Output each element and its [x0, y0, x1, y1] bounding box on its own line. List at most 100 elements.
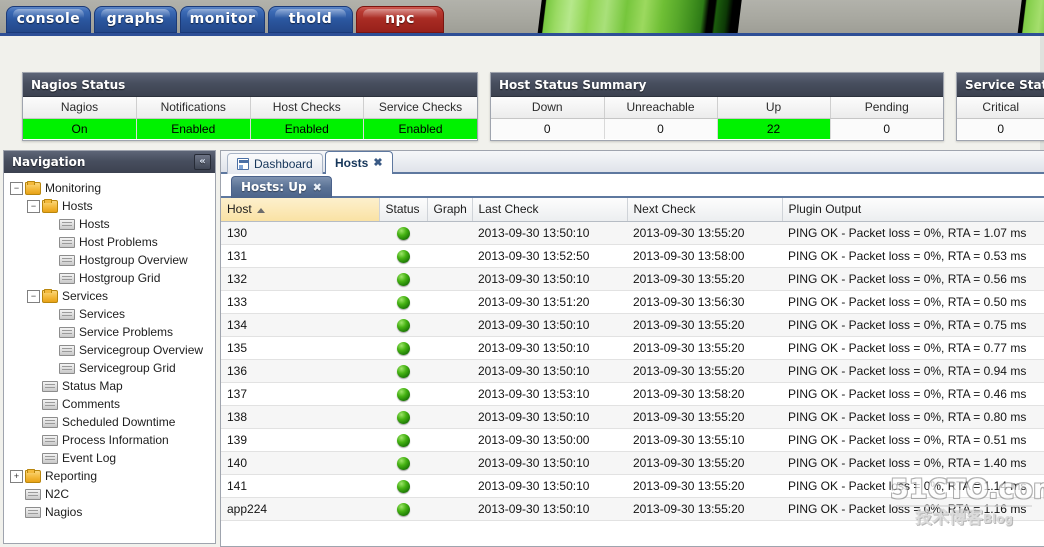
sidebar-item-services[interactable]: − Services: [4, 287, 215, 305]
sidebar-item-comments[interactable]: Comments: [4, 395, 215, 413]
cell-host: 136: [221, 359, 379, 383]
page-icon: [59, 308, 75, 320]
col-pending[interactable]: Pending: [830, 97, 943, 119]
table-row[interactable]: 133 2013-09-30 13:51:20 2013-09-30 13:56:3…: [221, 290, 1044, 314]
sidebar-item-label: Hostgroup Overview: [79, 253, 188, 267]
table-row[interactable]: 131 2013-09-30 13:52:50 2013-09-30 13:58:0…: [221, 244, 1044, 268]
col-header-status[interactable]: Status: [379, 198, 428, 222]
table-row[interactable]: 139 2013-09-30 13:50:00 2013-09-30 13:55:1…: [221, 428, 1044, 452]
sidebar-item-label: Comments: [62, 397, 121, 411]
col-header-last-check[interactable]: Last Check: [472, 198, 628, 222]
table-row[interactable]: 136 2013-09-30 13:50:10 2013-09-30 13:55:2…: [221, 359, 1044, 383]
col-critical[interactable]: Critical: [957, 97, 1044, 119]
sidebar-item-status-map[interactable]: Status Map: [4, 377, 215, 395]
close-icon[interactable]: ✖: [313, 177, 322, 198]
sidebar-item-servicegroup-grid[interactable]: Servicegroup Grid: [4, 359, 215, 377]
sidebar-item-process-information[interactable]: Process Information: [4, 431, 215, 449]
sidebar-item-label: Hosts: [62, 199, 93, 213]
sidebar-item-nagios[interactable]: Nagios: [4, 503, 215, 521]
cell-last-check: 2013-09-30 13:50:10: [472, 267, 627, 291]
col-service-checks[interactable]: Service Checks: [363, 97, 477, 119]
nav-tab-graphs[interactable]: graphs: [94, 6, 177, 33]
green-led-icon: [396, 502, 410, 516]
sidebar-item-reporting[interactable]: + Reporting: [4, 467, 215, 485]
table-row[interactable]: 135 2013-09-30 13:50:10 2013-09-30 13:55:2…: [221, 336, 1044, 360]
col-host-checks[interactable]: Host Checks: [250, 97, 364, 119]
folder-icon: [25, 180, 41, 195]
sidebar-item-event-log[interactable]: Event Log: [4, 449, 215, 467]
cell-plugin-output: PING OK - Packet loss = 0%, RTA = 1.16 m…: [782, 497, 1044, 521]
collapse-node-icon[interactable]: −: [27, 289, 40, 303]
tab-hosts[interactable]: Hosts ✖: [325, 151, 393, 174]
table-row[interactable]: 141 2013-09-30 13:50:10 2013-09-30 13:55:2…: [221, 474, 1044, 498]
tab-dashboard[interactable]: Dashboard: [227, 153, 323, 174]
service-status-summary-panel: Service Stat Critical 0: [956, 72, 1044, 141]
table-row[interactable]: 137 2013-09-30 13:53:10 2013-09-30 13:58:2…: [221, 382, 1044, 406]
subtab-hosts-up[interactable]: Hosts: Up ✖: [231, 176, 332, 198]
table-row[interactable]: 130 2013-09-30 13:50:10 2013-09-30 13:55:2…: [221, 221, 1044, 245]
table-row[interactable]: 132 2013-09-30 13:50:10 2013-09-30 13:55:2…: [221, 267, 1044, 291]
sidebar-item-scheduled-downtime[interactable]: Scheduled Downtime: [4, 413, 215, 431]
cell-plugin-output: PING OK - Packet loss = 0%, RTA = 1.07 m…: [782, 221, 1044, 245]
collapse-node-icon[interactable]: −: [27, 199, 40, 213]
table-row[interactable]: 140 2013-09-30 13:50:10 2013-09-30 13:55:2…: [221, 451, 1044, 475]
col-notifications[interactable]: Notifications: [136, 97, 251, 119]
page-icon: [25, 488, 41, 500]
host-status-summary-panel: Host Status Summary Down Unreachable Up …: [490, 72, 944, 141]
col-unreachable[interactable]: Unreachable: [604, 97, 718, 119]
navigation-sidebar: Navigation « − Monitoring − Hosts Hosts Host …: [3, 150, 216, 544]
table-row[interactable]: 134 2013-09-30 13:50:10 2013-09-30 13:55:2…: [221, 313, 1044, 337]
sidebar-item-hosts[interactable]: − Hosts: [4, 197, 215, 215]
sidebar-item-label: Hosts: [79, 217, 110, 231]
cell-next-check: 2013-09-30 13:58:00: [627, 244, 782, 268]
sidebar-item-hostgroup-grid[interactable]: Hostgroup Grid: [4, 269, 215, 287]
nav-tab-monitor[interactable]: monitor: [180, 6, 265, 33]
cell-host: 140: [221, 451, 379, 475]
value-host-checks: Enabled: [250, 118, 364, 139]
cell-next-check: 2013-09-30 13:55:20: [627, 474, 782, 498]
sidebar-item-monitoring[interactable]: − Monitoring: [4, 179, 215, 197]
cell-last-check: 2013-09-30 13:50:10: [472, 405, 627, 429]
navigation-title: Navigation: [12, 155, 86, 169]
cell-status: [379, 290, 427, 314]
sidebar-item-label: Nagios: [45, 505, 83, 519]
cell-next-check: 2013-09-30 13:55:10: [627, 428, 782, 452]
hosts-table-body: 130 2013-09-30 13:50:10 2013-09-30 13:55:2…: [221, 221, 1044, 521]
cell-graph: [427, 382, 472, 406]
col-header-graph[interactable]: Graph: [427, 198, 473, 222]
collapse-node-icon[interactable]: −: [10, 181, 23, 195]
sidebar-item-label: Host Problems: [79, 235, 158, 249]
col-header-next-check[interactable]: Next Check: [627, 198, 783, 222]
cell-last-check: 2013-09-30 13:50:10: [472, 221, 627, 245]
sidebar-item-servicegroup-overview[interactable]: Servicegroup Overview: [4, 341, 215, 359]
nav-tab-npc[interactable]: npc: [356, 6, 444, 33]
col-up[interactable]: Up: [717, 97, 831, 119]
value-up: 22: [717, 118, 831, 139]
page-icon: [59, 344, 75, 356]
sidebar-item-hostgroup-overview[interactable]: Hostgroup Overview: [4, 251, 215, 269]
col-header-plugin-output[interactable]: Plugin Output: [782, 198, 1044, 222]
top-navigation-bar: console graphs monitor thold npc: [0, 0, 1044, 33]
col-header-host[interactable]: Host: [221, 198, 380, 222]
sidebar-item-n2c[interactable]: N2C: [4, 485, 215, 503]
collapse-sidebar-icon[interactable]: «: [194, 154, 211, 170]
col-nagios[interactable]: Nagios: [23, 97, 137, 119]
value-service-checks: Enabled: [363, 118, 477, 139]
page-icon: [59, 218, 75, 230]
close-icon[interactable]: ✖: [373, 152, 382, 174]
expand-node-icon[interactable]: +: [10, 469, 23, 483]
sidebar-item-services[interactable]: Services: [4, 305, 215, 323]
table-row[interactable]: 138 2013-09-30 13:50:10 2013-09-30 13:55:2…: [221, 405, 1044, 429]
sidebar-item-host-problems[interactable]: Host Problems: [4, 233, 215, 251]
nav-tab-console[interactable]: console: [6, 6, 91, 33]
cell-last-check: 2013-09-30 13:50:10: [472, 474, 627, 498]
sidebar-item-service-problems[interactable]: Service Problems: [4, 323, 215, 341]
col-down[interactable]: Down: [491, 97, 605, 119]
nav-tab-thold[interactable]: thold: [268, 6, 353, 33]
sidebar-item-hosts[interactable]: Hosts: [4, 215, 215, 233]
page-icon: [59, 272, 75, 284]
table-header-row: Critical: [957, 97, 1044, 119]
green-led-icon: [396, 410, 410, 424]
table-row[interactable]: app224 2013-09-30 13:50:10 2013-09-30 13:5…: [221, 497, 1044, 521]
table-row: On Enabled Enabled Enabled: [23, 118, 477, 139]
